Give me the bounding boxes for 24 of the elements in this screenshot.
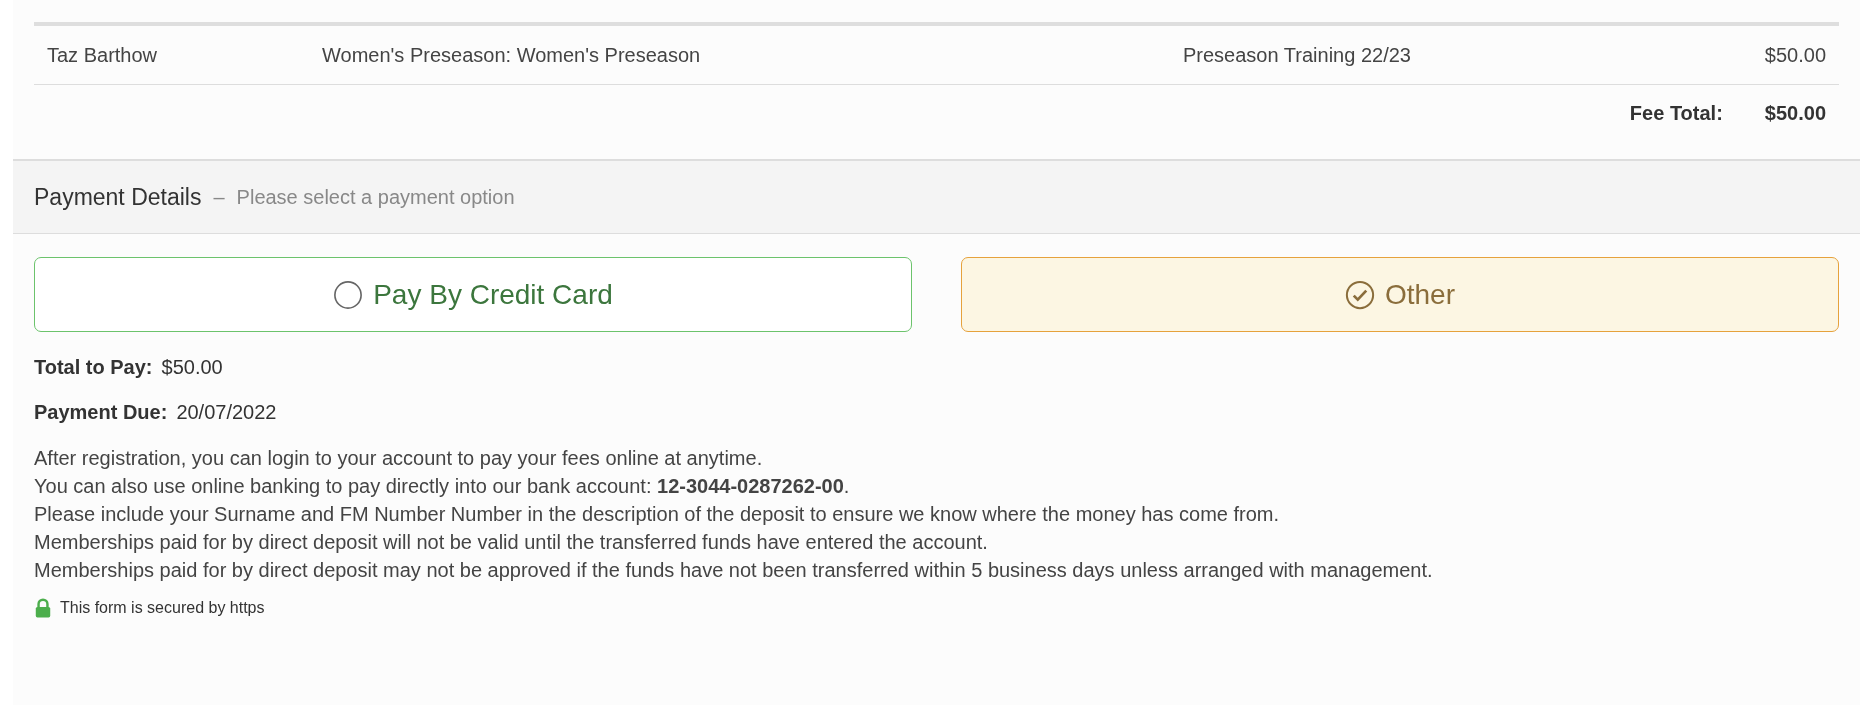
instruction-text: Memberships paid for by direct deposit may not be approved if the funds have not been transferred within 5 business days unless arranged with management. <box>34 558 1433 583</box>
section-subtitle: Please select a payment option <box>236 185 515 209</box>
summary-value: 20/07/2022 <box>176 401 277 424</box>
instruction-text: Please include your Surname and FM Number Number in the description of the deposit to ensure we know where the money has come from. <box>34 502 1280 527</box>
table-cell-text: Women's Preseason: Women's Preseason <box>322 43 702 67</box>
radio-circle-icon <box>333 279 364 310</box>
check-circle-icon <box>1345 279 1375 310</box>
table-cell-text: Taz Barthow <box>46 43 159 67</box>
section-title: Payment Details <box>34 183 202 211</box>
payment-option[interactable]: Other <box>961 257 1839 332</box>
lock-icon <box>34 598 52 618</box>
security-note: This form is secured by https <box>60 599 265 617</box>
instruction-text: You can also use online banking to pay directly into our bank account: 12-3044-0287262-00. <box>34 474 850 499</box>
instruction-text: After registration, you can login to your account to pay your fees online at anytime. <box>34 446 763 471</box>
table-cell-text: Preseason Training 22/23 <box>1183 43 1412 67</box>
fee-total-value: $50.00 <box>1764 102 1826 126</box>
table-cell-text: $50.00 <box>1764 43 1827 67</box>
separator-dash: – <box>213 185 225 209</box>
summary-label: Total to Pay: <box>34 356 153 379</box>
summary-value: $50.00 <box>161 356 223 379</box>
summary-label: Payment Due: <box>34 401 168 424</box>
payment-option[interactable]: Pay By Credit Card <box>34 257 912 332</box>
fee-total-label: Fee Total: <box>1629 102 1723 126</box>
instruction-text: Memberships paid for by direct deposit will not be valid until the transferred funds have entered the account. <box>34 530 988 555</box>
